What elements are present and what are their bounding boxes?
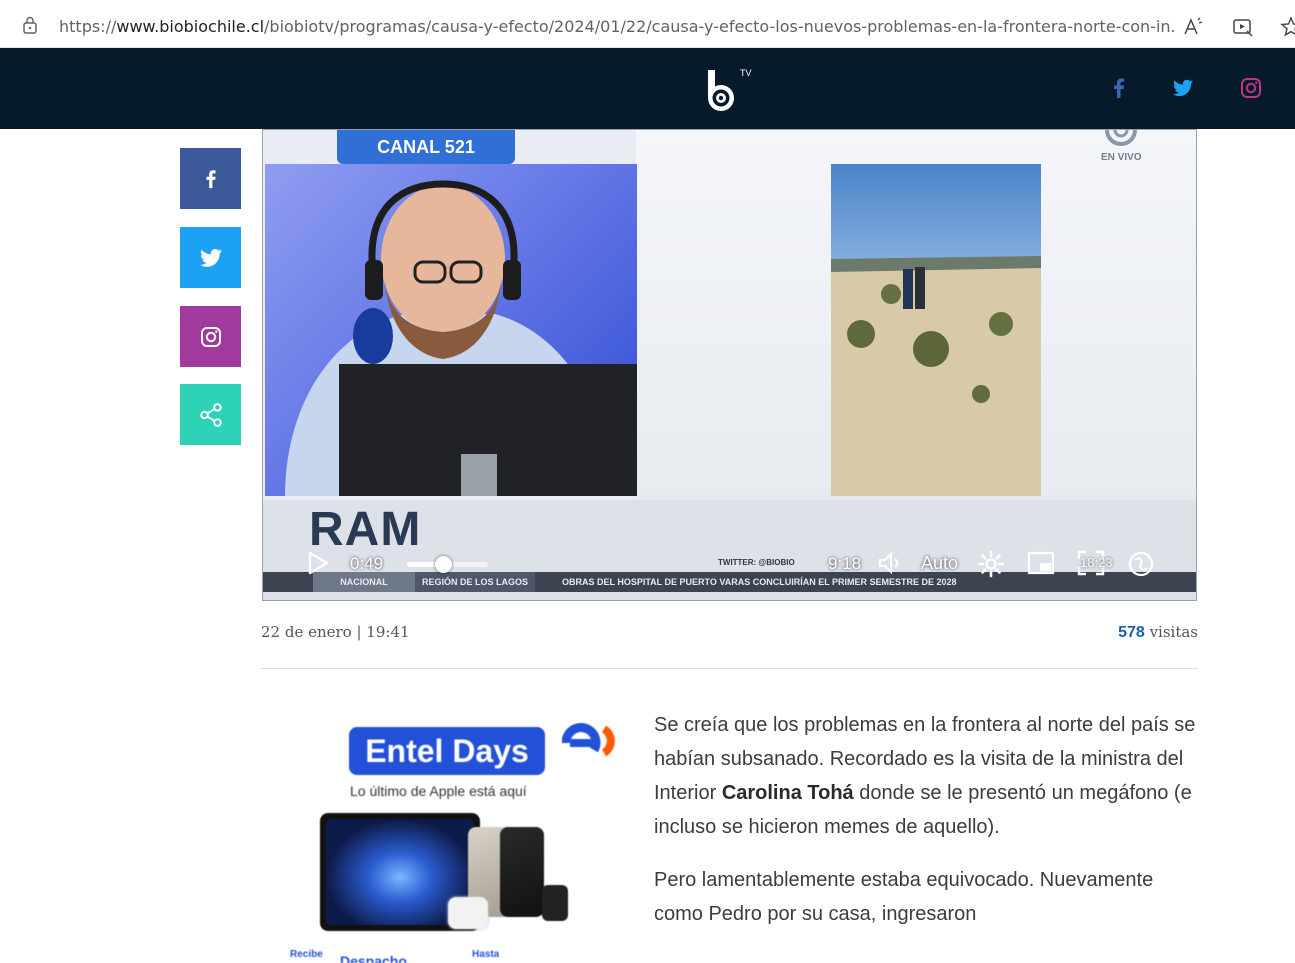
studio-shot [265, 164, 637, 496]
cast-logo-icon[interactable] [1127, 550, 1155, 578]
article-body: Se creía que los problemas en la fronter… [654, 708, 1199, 950]
settings-gear-icon[interactable] [977, 550, 1005, 578]
ticker-tag-region: REGIÓN DE LOS LAGOS [415, 572, 535, 592]
article-paragraph: Pero lamentablemente estaba equivocado. … [654, 869, 1154, 925]
browser-address-bar: https://www.biobiochile.cl/biobiotv/prog… [0, 0, 1295, 48]
logo-sup: TV [740, 68, 752, 78]
url-domain: www.biobiochile.cl [116, 17, 265, 36]
facebook-icon [205, 169, 216, 188]
read-aloud-icon[interactable] [1182, 16, 1204, 38]
url-prefix: https:// [59, 17, 117, 36]
ad-foot-mid: Despacho [340, 953, 407, 963]
visits-count: 578 [1118, 624, 1145, 641]
share-instagram-button[interactable] [180, 306, 241, 367]
pip-icon[interactable] [1027, 551, 1055, 575]
desert-image [831, 256, 1041, 496]
watch-image [542, 885, 568, 921]
url-path: /biobiotv/programas/causa-y-efecto/2024/… [264, 17, 1174, 36]
share-twitter-button[interactable] [180, 227, 241, 288]
media-icon[interactable] [1232, 16, 1254, 38]
share-icon [199, 402, 222, 427]
duration: 9:18 [828, 554, 862, 573]
ticker-tag-nacional: NACIONAL [313, 572, 415, 592]
ad-foot-right: Hasta [472, 949, 500, 960]
visit-counter: 578 visitas [1118, 623, 1198, 642]
url-text[interactable]: https://www.biobiochile.cl/biobiotv/prog… [59, 17, 1174, 36]
volume-slider[interactable] [407, 556, 488, 573]
twitter-icon[interactable] [1171, 76, 1195, 100]
facebook-icon[interactable] [1107, 76, 1131, 100]
channel-tab: CANAL 521 [337, 130, 515, 164]
video-player[interactable]: CANAL 521 EN VIVO RAM TWITTER: @BIOBIO N… [262, 129, 1197, 601]
entel-ad[interactable]: Entel Days Lo último de Apple está aquí … [290, 705, 630, 963]
article-paragraph: Se creía que los problemas en la fronter… [654, 708, 1199, 844]
lock-icon[interactable] [22, 16, 38, 34]
share-facebook-button[interactable] [180, 148, 241, 209]
quality-button[interactable]: Auto [921, 553, 958, 574]
live-logo-icon [1105, 130, 1137, 146]
instagram-icon [200, 326, 221, 347]
slider-knob[interactable] [434, 556, 452, 573]
share-more-button[interactable] [180, 384, 241, 445]
phone-image [500, 827, 544, 917]
studio-watermark: RAM [309, 503, 422, 556]
entel-logo-icon [562, 723, 615, 757]
play-icon[interactable] [306, 551, 330, 575]
current-time: 0:49 [350, 554, 384, 573]
favorite-icon[interactable] [1280, 16, 1295, 38]
visits-label: visitas [1144, 623, 1198, 641]
address-field[interactable]: https://www.biobiochile.cl/biobiotv/prog… [4, 4, 1295, 44]
ad-subtitle: Lo último de Apple está aquí [350, 783, 527, 799]
paragraph-bold: Carolina Tohá [721, 782, 854, 804]
ad-foot-left: Recibe [290, 949, 323, 960]
host-image [285, 180, 637, 496]
biobio-tv-logo[interactable]: TV [700, 64, 756, 112]
broadcast-clock: 18:23 [1080, 555, 1113, 570]
instagram-icon[interactable] [1239, 76, 1263, 100]
airpods-image [448, 897, 488, 929]
field-photo [831, 164, 1041, 496]
site-header: TV [0, 48, 1295, 129]
live-label: EN VIVO [1101, 152, 1142, 163]
volume-icon[interactable] [877, 550, 903, 576]
ad-title: Entel Days [349, 727, 545, 775]
publish-date: 22 de enero | 19:41 [261, 623, 410, 641]
twitter-handle: TWITTER: @BIOBIO [718, 558, 795, 567]
divider [261, 668, 1198, 669]
twitter-icon [199, 248, 222, 267]
